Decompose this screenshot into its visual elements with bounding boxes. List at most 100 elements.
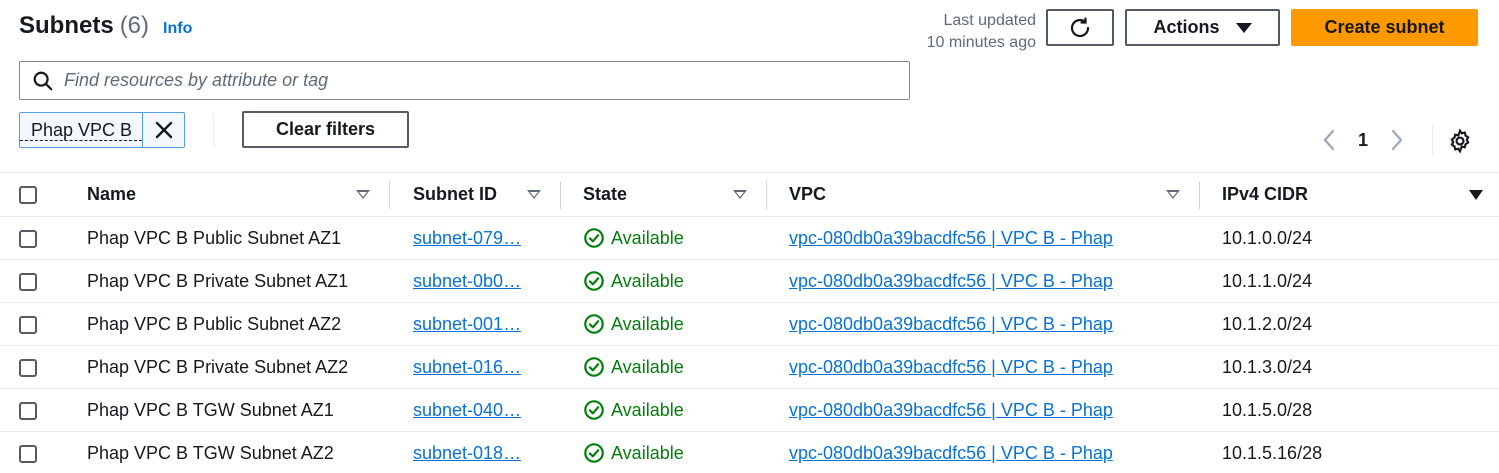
table-row[interactable]: Phap VPC B Private Subnet AZ1 subnet-0b0… <box>0 260 1499 303</box>
pagination: 1 <box>1318 126 1408 154</box>
column-header-subnet-id[interactable]: Subnet ID <box>390 173 561 217</box>
ipv4-cidr: 10.1.2.0/24 <box>1222 313 1313 334</box>
sort-icon[interactable] <box>1166 190 1180 199</box>
subnet-id-link[interactable]: subnet-018… <box>413 443 521 464</box>
table-row[interactable]: Phap VPC B Public Subnet AZ1 subnet-079…… <box>0 217 1499 260</box>
vpc-cell: vpc-080db0a39bacdfc56 | VPC B - Phap <box>767 346 1200 389</box>
column-header-state[interactable]: State <box>561 173 767 217</box>
filter-token: Phap VPC B <box>19 112 186 148</box>
subnet-id-cell: subnet-018… <box>390 432 561 473</box>
page-header: Subnets (6) Info <box>19 12 192 40</box>
refresh-button[interactable] <box>1046 9 1114 46</box>
row-checkbox[interactable] <box>19 229 37 248</box>
column-header-ipv4-cidr[interactable]: IPv4 CIDR <box>1200 173 1499 217</box>
clear-filters-label: Clear filters <box>275 119 376 139</box>
vpc-cell: vpc-080db0a39bacdfc56 | VPC B - Phap <box>767 217 1200 260</box>
check-circle-icon <box>584 314 604 334</box>
table-row[interactable]: Phap VPC B Public Subnet AZ2 subnet-001…… <box>0 303 1499 346</box>
table-header-row: Name Subnet ID State VPC IPv4 CIDR <box>0 172 1499 217</box>
create-subnet-button[interactable]: Create subnet <box>1291 9 1478 46</box>
subnet-name: Phap VPC B Public Subnet AZ2 <box>87 313 342 334</box>
sort-descending-icon[interactable] <box>1469 189 1483 200</box>
page-number[interactable]: 1 <box>1358 130 1368 151</box>
chevron-right-icon <box>1391 129 1403 151</box>
select-all-checkbox[interactable] <box>19 186 37 205</box>
row-checkbox[interactable] <box>19 358 37 377</box>
subnets-table: Name Subnet ID State VPC IPv4 CIDR Phap … <box>0 172 1499 473</box>
subnet-id-link[interactable]: subnet-001… <box>413 314 521 335</box>
row-checkbox[interactable] <box>19 401 37 420</box>
vpc-link[interactable]: vpc-080db0a39bacdfc56 | VPC B - Phap <box>789 443 1113 463</box>
sort-icon[interactable] <box>527 190 541 199</box>
column-label: State <box>583 184 628 204</box>
table-row[interactable]: Phap VPC B TGW Subnet AZ2 subnet-018… Av… <box>0 432 1499 473</box>
divider <box>1432 124 1433 156</box>
subnet-name: Phap VPC B TGW Subnet AZ2 <box>87 442 334 463</box>
vpc-link[interactable]: vpc-080db0a39bacdfc56 | VPC B - Phap <box>789 357 1113 377</box>
close-icon <box>155 121 172 139</box>
state-label: Available <box>611 270 684 291</box>
state-cell: Available <box>561 389 767 432</box>
sort-icon[interactable] <box>356 190 370 199</box>
remove-filter-button[interactable] <box>142 113 184 147</box>
caret-down-icon <box>1235 22 1252 33</box>
search-input[interactable] <box>64 70 864 91</box>
subnet-id-link[interactable]: subnet-0b0… <box>413 271 521 292</box>
ipv4-cidr: 10.1.0.0/24 <box>1222 227 1313 248</box>
clear-filters-button[interactable]: Clear filters <box>242 111 409 148</box>
last-updated-time: 10 minutes ago <box>926 34 1036 51</box>
row-select-cell <box>0 346 64 389</box>
vpc-cell: vpc-080db0a39bacdfc56 | VPC B - Phap <box>767 432 1200 473</box>
filter-token-label[interactable]: Phap VPC B <box>20 120 143 141</box>
vpc-cell: vpc-080db0a39bacdfc56 | VPC B - Phap <box>767 303 1200 346</box>
state-label: Available <box>611 227 684 248</box>
check-circle-icon <box>584 357 604 377</box>
state-status: Available <box>583 313 767 335</box>
table-row[interactable]: Phap VPC B TGW Subnet AZ1 subnet-040… Av… <box>0 389 1499 432</box>
row-select-cell <box>0 432 64 473</box>
subnet-id-link[interactable]: subnet-079… <box>413 228 521 249</box>
state-status: Available <box>583 270 767 292</box>
vpc-link[interactable]: vpc-080db0a39bacdfc56 | VPC B - Phap <box>789 400 1113 420</box>
subnet-id-link[interactable]: subnet-040… <box>413 400 521 421</box>
column-header-name[interactable]: Name <box>64 173 390 217</box>
row-checkbox[interactable] <box>19 315 37 334</box>
column-label: Name <box>87 184 137 204</box>
last-updated-label: Last updated <box>943 12 1036 29</box>
subnet-id-cell: subnet-0b0… <box>390 260 561 303</box>
column-header-vpc[interactable]: VPC <box>767 173 1200 217</box>
preferences-button[interactable] <box>1447 128 1473 154</box>
page-title: Subnets <box>19 12 114 39</box>
state-label: Available <box>611 313 684 334</box>
state-label: Available <box>611 442 684 463</box>
table-row[interactable]: Phap VPC B Private Subnet AZ2 subnet-016… <box>0 346 1499 389</box>
state-cell: Available <box>561 432 767 473</box>
vpc-link[interactable]: vpc-080db0a39bacdfc56 | VPC B - Phap <box>789 314 1113 334</box>
column-label: IPv4 CIDR <box>1222 184 1309 204</box>
subnet-id-link[interactable]: subnet-016… <box>413 357 521 378</box>
vpc-link[interactable]: vpc-080db0a39bacdfc56 | VPC B - Phap <box>789 271 1113 291</box>
check-circle-icon <box>584 228 604 248</box>
previous-page-button[interactable] <box>1318 126 1340 154</box>
info-link[interactable]: Info <box>163 20 192 38</box>
subnet-id-cell: subnet-016… <box>390 346 561 389</box>
vpc-cell: vpc-080db0a39bacdfc56 | VPC B - Phap <box>767 389 1200 432</box>
row-checkbox[interactable] <box>19 445 37 463</box>
column-label: Subnet ID <box>413 184 497 204</box>
actions-button[interactable]: Actions <box>1125 9 1280 46</box>
state-status: Available <box>583 399 767 421</box>
vpc-link[interactable]: vpc-080db0a39bacdfc56 | VPC B - Phap <box>789 228 1113 248</box>
subnet-name: Phap VPC B Private Subnet AZ1 <box>87 270 349 291</box>
actions-label: Actions <box>1153 17 1220 37</box>
row-select-cell <box>0 217 64 260</box>
subnet-id-cell: subnet-079… <box>390 217 561 260</box>
row-checkbox[interactable] <box>19 272 37 291</box>
state-cell: Available <box>561 346 767 389</box>
state-status: Available <box>583 356 767 378</box>
next-page-button[interactable] <box>1386 126 1408 154</box>
subnet-id-cell: subnet-001… <box>390 303 561 346</box>
select-all-cell <box>0 173 64 217</box>
chevron-left-icon <box>1323 129 1335 151</box>
check-circle-icon <box>584 400 604 420</box>
sort-icon[interactable] <box>733 190 747 199</box>
